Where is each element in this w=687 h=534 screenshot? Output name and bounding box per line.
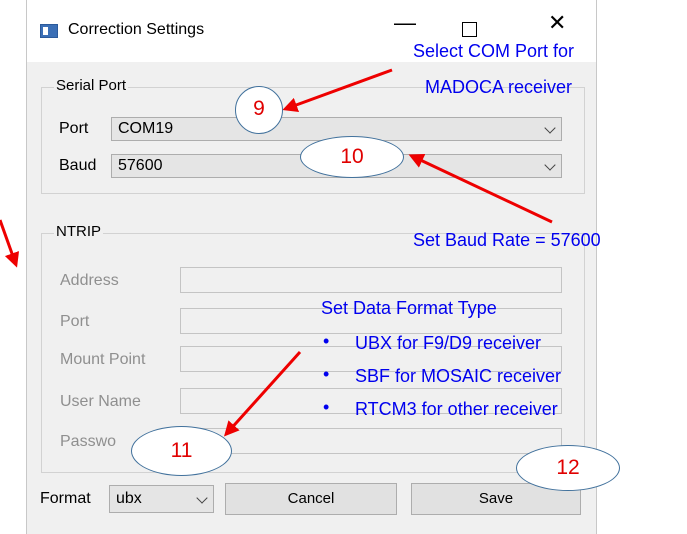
step-number: 9 [253, 97, 265, 120]
step-badge-11: 11 [131, 426, 232, 476]
step-badge-9: 9 [235, 86, 283, 134]
step-badge-10: 10 [300, 136, 404, 178]
arrow-to-port [282, 68, 393, 112]
step-number: 10 [340, 145, 364, 168]
step-number: 11 [170, 439, 193, 462]
step-badge-12: 12 [516, 445, 620, 491]
step-number: 12 [556, 456, 580, 479]
arrow-to-baud [408, 154, 553, 224]
arrow-to-format [223, 350, 302, 437]
